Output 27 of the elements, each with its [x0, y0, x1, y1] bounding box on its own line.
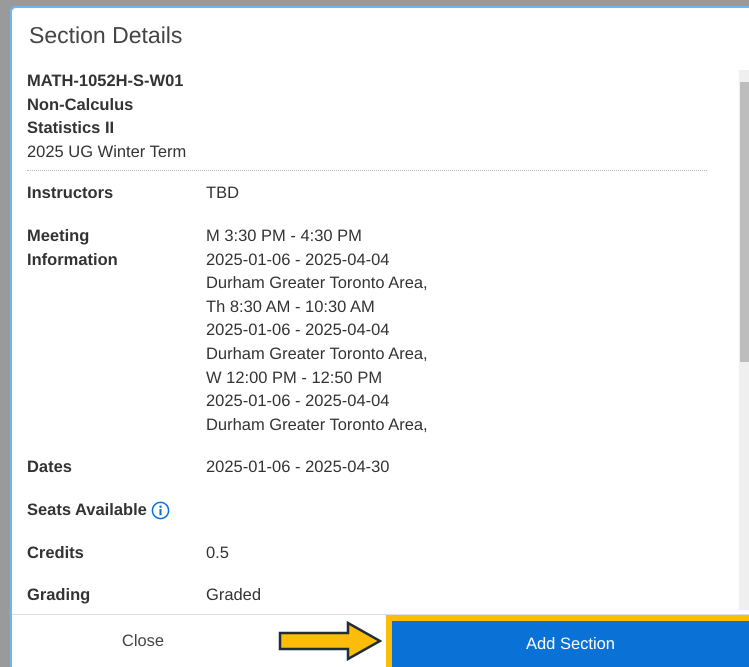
section-name: MATH-1052H-S-W01 Non-Calculus Statistics II — [27, 71, 184, 140]
detail-label: Credits — [27, 542, 84, 564]
detail-value: Graded — [206, 585, 262, 606]
detail-label: Meeting Information — [27, 226, 119, 271]
detail-label: Instructors — [27, 183, 114, 204]
dialog-button[interactable]: Add Section — [386, 615, 749, 667]
detail-value: 2025-01-06 - 2025-04-30 — [206, 457, 390, 478]
detail-label: Seats Available — [27, 500, 147, 521]
scrollbar[interactable] — [739, 70, 749, 610]
detail-label: Dates — [27, 457, 72, 478]
meeting-time: Th 8:30 AM - 10:30 AM — [206, 296, 376, 318]
meeting-time: M 3:30 PM - 4:30 PM — [206, 226, 363, 247]
detail-value: 0.5 — [206, 542, 229, 564]
arrow-icon — [278, 621, 382, 661]
term-text: 2025 UG Winter Term — [27, 142, 188, 163]
scrollbar-thumb[interactable] — [740, 82, 749, 362]
dialog-title: Section Details — [29, 22, 184, 50]
meeting-dates: 2025-01-06 - 2025-04-04 — [206, 250, 390, 271]
detail-value: TBD — [206, 183, 239, 204]
meeting-location: Durham Greater Toronto Area, — [206, 414, 428, 436]
meeting-dates: 2025-01-06 - 2025-04-04 — [206, 391, 390, 412]
detail-label: Grading — [27, 585, 90, 606]
info-icon[interactable] — [150, 501, 170, 520]
meeting-location: Durham Greater Toronto Area, — [206, 273, 428, 294]
meeting-time: W 12:00 PM - 12:50 PM — [206, 368, 384, 389]
meeting-location: Durham Greater Toronto Area, — [206, 344, 428, 365]
meeting-dates: 2025-01-06 - 2025-04-04 — [206, 320, 390, 342]
